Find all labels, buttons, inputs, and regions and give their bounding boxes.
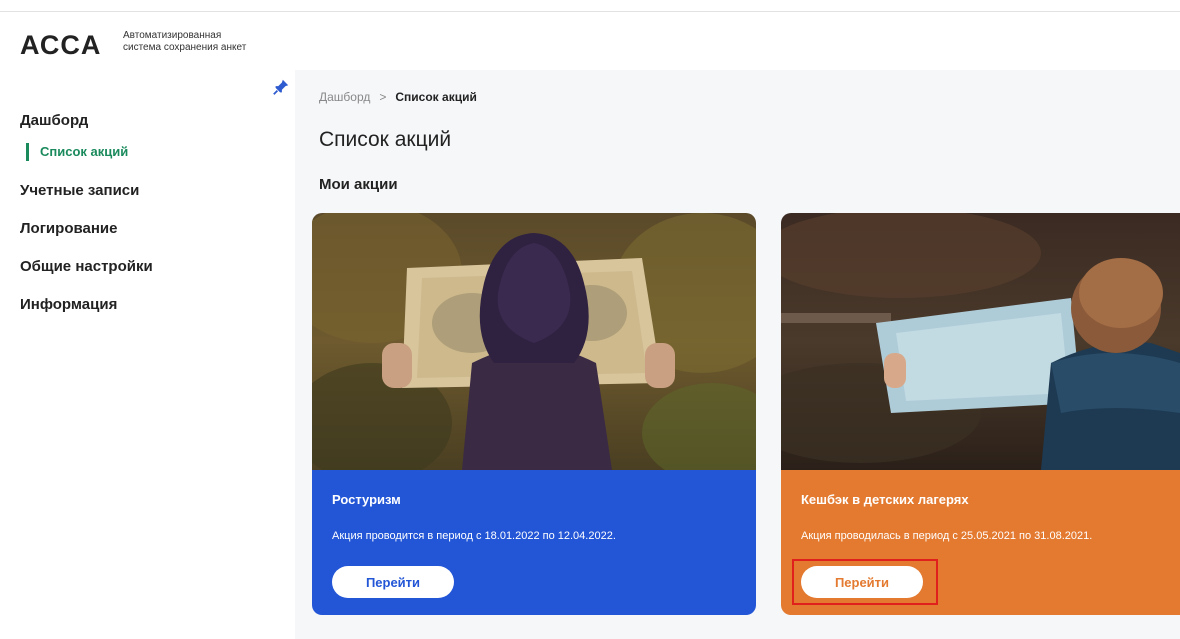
section-title: Мои акции (319, 176, 398, 193)
sidebar-item-label: Список акций (40, 144, 129, 159)
breadcrumb-current: Список акций (395, 90, 477, 104)
sidebar-item-logging[interactable]: Логирование (20, 220, 153, 258)
pin-icon[interactable] (272, 78, 290, 96)
promo-card-rosturizm: Ростуризм Акция проводится в период с 18… (312, 213, 756, 615)
main-content: Дашборд > Список акций Список акций Мои ак… (295, 70, 1180, 639)
sidebar-item-settings[interactable]: Общие настройки (20, 258, 153, 296)
app-header: АСCA Автоматизированная система сохранен… (0, 12, 1180, 70)
card-info-panel: Ростуризм Акция проводится в период с 18… (312, 470, 756, 615)
sidebar-item-promotions[interactable]: Список акций (20, 143, 153, 182)
go-button[interactable]: Перейти (332, 566, 454, 598)
card-image-hooded-person-map (312, 213, 756, 470)
card-title: Ростуризм (332, 492, 401, 507)
card-image-child-with-map (781, 213, 1180, 470)
sidebar: Дашборд Список акций Учетные записи Логи… (0, 70, 295, 639)
app-subtitle-line-1: Автоматизированная (123, 30, 222, 41)
sidebar-nav: Дашборд Список акций Учетные записи Логи… (20, 112, 153, 334)
sidebar-item-info[interactable]: Информация (20, 296, 153, 334)
go-button[interactable]: Перейти (801, 566, 923, 598)
app-logo[interactable]: АСCA (20, 30, 101, 61)
card-info-panel: Кешбэк в детских лагерях Акция проводила… (781, 470, 1180, 615)
breadcrumb-separator: > (379, 90, 387, 104)
breadcrumb-parent[interactable]: Дашборд (319, 90, 370, 104)
page-title: Список акций (319, 128, 452, 151)
sidebar-item-accounts[interactable]: Учетные записи (20, 182, 153, 220)
app-subtitle-line-2: система сохранения анкет (123, 42, 247, 53)
card-period: Акция проводилась в период с 25.05.2021 … (801, 530, 1093, 542)
breadcrumb: Дашборд > Список акций (319, 90, 477, 104)
card-title: Кешбэк в детских лагерях (801, 492, 969, 507)
card-period: Акция проводится в период с 18.01.2022 п… (332, 530, 616, 542)
active-indicator (26, 143, 29, 161)
app-subtitle: Автоматизированная система сохранения ан… (123, 30, 283, 54)
promo-card-cashback-camps: Кешбэк в детских лагерях Акция проводила… (781, 213, 1180, 615)
